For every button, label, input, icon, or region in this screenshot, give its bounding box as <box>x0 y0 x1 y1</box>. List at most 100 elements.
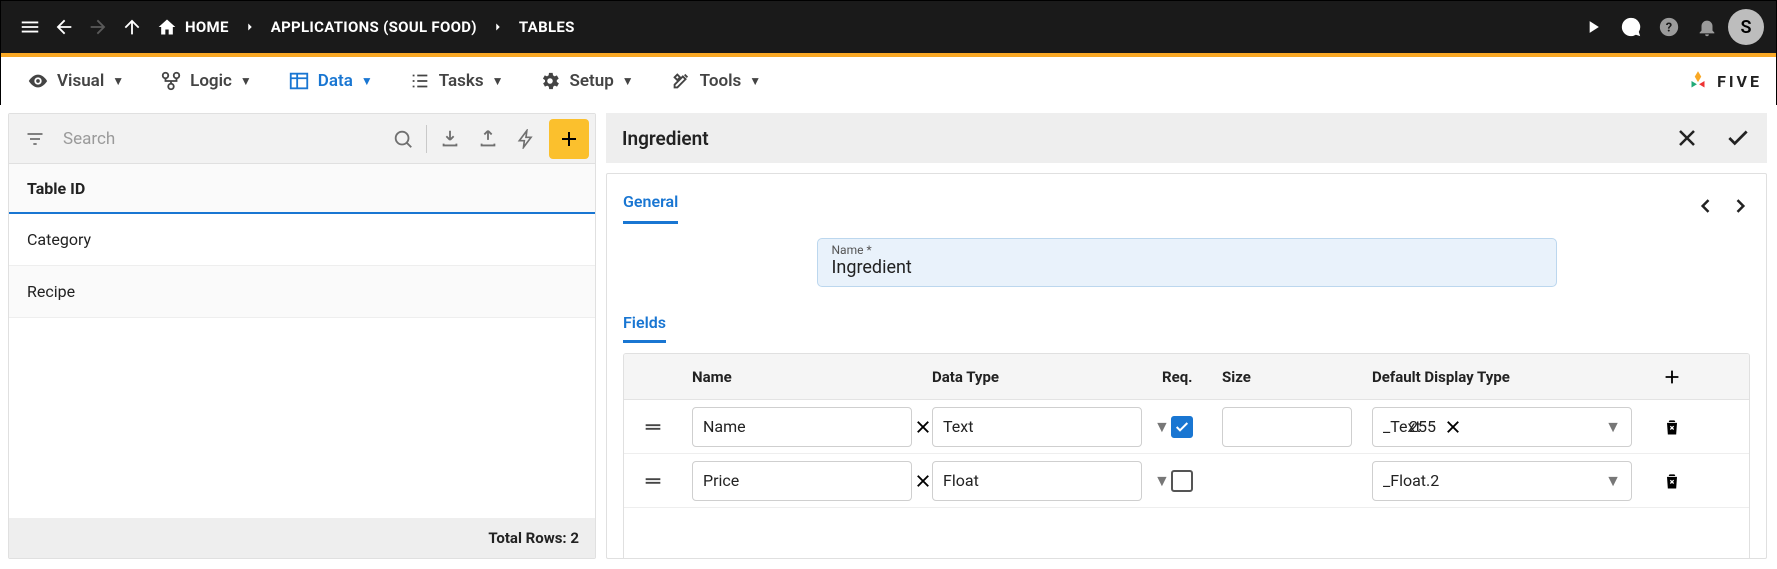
detail-header: Ingredient <box>606 113 1767 163</box>
logic-icon <box>160 70 182 92</box>
detail-actions <box>1675 125 1751 151</box>
field-name-input[interactable] <box>692 407 912 447</box>
tab-fields[interactable]: Fields <box>623 309 666 343</box>
chevron-down-icon: ▼ <box>361 74 373 88</box>
list-item[interactable]: Category <box>9 214 595 266</box>
field-req-checkbox[interactable] <box>1171 416 1193 438</box>
up-icon[interactable] <box>115 10 149 44</box>
brand: FIVE <box>1685 68 1762 94</box>
field-name-text[interactable] <box>703 471 906 490</box>
field-req-checkbox[interactable] <box>1171 470 1193 492</box>
field-dtype-text <box>943 417 1146 436</box>
add-field-icon[interactable] <box>1642 366 1702 388</box>
tools-icon <box>670 70 692 92</box>
col-req: Req. <box>1152 368 1212 386</box>
name-field[interactable]: Name * <box>817 238 1557 287</box>
menu-tasks-label: Tasks <box>439 71 484 91</box>
section-head: General <box>623 188 1750 224</box>
breadcrumb-applications[interactable]: APPLICATIONS (SOUL FOOD) <box>271 18 477 36</box>
chevron-down-icon: ▼ <box>240 74 252 88</box>
breadcrumb: HOME APPLICATIONS (SOUL FOOD) TABLES <box>157 17 575 37</box>
chevron-left-icon[interactable] <box>1696 196 1716 216</box>
brand-label: FIVE <box>1717 72 1762 91</box>
help-icon[interactable]: ? <box>1652 10 1686 44</box>
svg-text:?: ? <box>1666 21 1672 36</box>
chevron-down-icon: ▼ <box>492 74 504 88</box>
forward-icon <box>81 10 115 44</box>
breadcrumb-applications-label: APPLICATIONS (SOUL FOOD) <box>271 18 477 36</box>
table-row: ▼ ▼ <box>624 454 1749 508</box>
menu-visual[interactable]: Visual ▼ <box>9 57 142 105</box>
export-icon[interactable] <box>469 120 507 158</box>
search-input[interactable] <box>55 129 384 149</box>
menu-setup-label: Setup <box>569 71 613 91</box>
list-body: Category Recipe <box>9 214 595 518</box>
brand-logo-icon <box>1685 68 1711 94</box>
feedback-icon[interactable] <box>1614 10 1648 44</box>
confirm-icon[interactable] <box>1725 125 1751 151</box>
play-icon[interactable] <box>1576 10 1610 44</box>
hamburger-icon[interactable] <box>13 10 47 44</box>
section-nav <box>1696 196 1750 216</box>
chevron-down-icon: ▼ <box>749 74 761 88</box>
bell-icon[interactable] <box>1690 10 1724 44</box>
list-item-label: Recipe <box>27 282 75 301</box>
field-ddt-select[interactable]: ▼ <box>1372 461 1632 501</box>
list-item[interactable]: Recipe <box>9 266 595 318</box>
field-ddt-select[interactable]: ▼ <box>1372 407 1632 447</box>
field-ddt-text <box>1383 417 1597 436</box>
drag-handle-icon[interactable] <box>624 416 682 438</box>
tab-general[interactable]: General <box>623 188 678 224</box>
list-item-label: Category <box>27 230 91 249</box>
field-ddt-text <box>1383 471 1597 490</box>
list-footer-label: Total Rows: 2 <box>488 529 579 547</box>
list-header: Table ID <box>9 164 595 214</box>
chevron-right-icon[interactable] <box>1730 196 1750 216</box>
breadcrumb-tables-label: TABLES <box>519 18 575 36</box>
field-size-input[interactable] <box>1222 407 1352 447</box>
list-header-label: Table ID <box>27 179 85 198</box>
add-button[interactable] <box>549 119 589 159</box>
filter-icon[interactable] <box>15 129 55 149</box>
field-name-text[interactable] <box>703 417 906 436</box>
chevron-down-icon: ▼ <box>622 74 634 88</box>
search-icon[interactable] <box>384 120 422 158</box>
close-icon[interactable] <box>1675 125 1699 151</box>
field-dtype-text <box>943 471 1146 490</box>
table-icon <box>288 70 310 92</box>
menu-setup[interactable]: Setup ▼ <box>521 57 651 105</box>
menu-logic[interactable]: Logic ▼ <box>142 57 270 105</box>
table-row: ▼ ▼ <box>624 400 1749 454</box>
chevron-right-icon <box>243 20 257 34</box>
back-icon[interactable] <box>47 10 81 44</box>
field-dtype-select[interactable]: ▼ <box>932 461 1142 501</box>
menu-bar: Visual ▼ Logic ▼ Data ▼ Tasks ▼ Setup ▼ … <box>1 57 1776 106</box>
list-footer: Total Rows: 2 <box>9 518 595 558</box>
import-icon[interactable] <box>431 120 469 158</box>
menu-data[interactable]: Data ▼ <box>270 57 391 105</box>
separator <box>426 125 427 153</box>
delete-row-icon[interactable] <box>1642 417 1702 437</box>
field-name-input[interactable] <box>692 461 912 501</box>
col-name: Name <box>682 368 922 386</box>
field-dtype-select[interactable]: ▼ <box>932 407 1142 447</box>
menu-tools[interactable]: Tools ▼ <box>652 57 779 105</box>
breadcrumb-home[interactable]: HOME <box>157 17 229 37</box>
drag-handle-icon[interactable] <box>624 470 682 492</box>
chevron-down-icon: ▼ <box>112 74 124 88</box>
delete-row-icon[interactable] <box>1642 471 1702 491</box>
chevron-down-icon: ▼ <box>1605 417 1621 437</box>
col-ddt: Default Display Type <box>1362 368 1642 386</box>
breadcrumb-home-label: HOME <box>185 18 229 36</box>
left-pane: Table ID Category Recipe Total Rows: 2 <box>8 113 596 559</box>
lightning-icon[interactable] <box>507 120 545 158</box>
table-padding <box>624 508 1749 559</box>
name-field-label: Name * <box>832 243 1542 257</box>
avatar-letter: S <box>1741 17 1752 38</box>
right-pane: Ingredient General <box>606 113 1767 559</box>
name-input[interactable] <box>832 257 1542 278</box>
col-size: Size <box>1212 368 1362 386</box>
menu-tasks[interactable]: Tasks ▼ <box>391 57 522 105</box>
avatar[interactable]: S <box>1728 9 1764 45</box>
topbar-right: ? S <box>1576 9 1764 45</box>
